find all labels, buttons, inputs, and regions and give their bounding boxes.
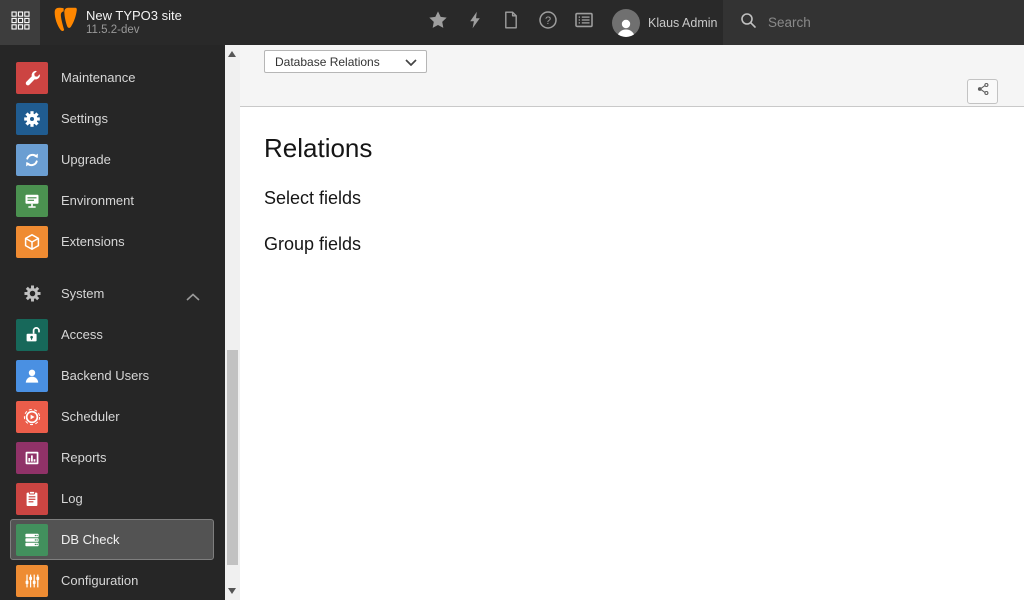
sidebar-item-backend-users[interactable]: Backend Users [0, 355, 225, 396]
share-icon [976, 82, 990, 101]
scrollbar-thumb[interactable] [227, 350, 238, 565]
topbar-toolbar: ? [427, 0, 595, 45]
wrench-icon [16, 61, 48, 94]
search-icon [740, 12, 757, 34]
sidebar-item-label: Backend Users [61, 368, 150, 383]
database-icon [16, 523, 48, 556]
svg-text:?: ? [544, 15, 550, 27]
sidebar-item-label: Extensions [61, 234, 125, 249]
module-menu: Maintenance Settings Upgrade Environment… [0, 45, 225, 600]
sidebar-item-db-check[interactable]: DB Check [10, 519, 214, 560]
sidebar-item-maintenance[interactable]: Maintenance [0, 57, 225, 98]
sidebar-scrollbar[interactable] [225, 45, 240, 600]
document-icon [502, 10, 520, 35]
sidebar-item-label: Scheduler [61, 409, 120, 424]
sidebar-item-log[interactable]: Log [0, 478, 225, 519]
modules-grid-button[interactable] [0, 0, 40, 45]
star-icon [428, 10, 448, 35]
avatar [612, 8, 640, 37]
padlock-open-icon [16, 318, 48, 351]
typo3-backend: New TYPO3 site 11.5.2-dev ? Klaus Admin … [0, 0, 1024, 600]
system-gear-icon [16, 284, 48, 303]
section-heading-group-fields: Group fields [264, 234, 362, 254]
sidebar-item-label: Maintenance [61, 70, 136, 85]
system-information-button[interactable] [573, 12, 595, 34]
help-icon: ? [538, 10, 558, 35]
sidebar-item-label: Access [61, 327, 103, 342]
module-content: Database Relations Relations Select fiel… [240, 45, 1024, 600]
search-input[interactable] [768, 15, 988, 30]
sidebar-item-label: Upgrade [61, 152, 111, 167]
chevron-down-icon [405, 53, 417, 71]
sidebar-section-system[interactable]: System [0, 273, 225, 314]
bar-chart-icon [16, 441, 48, 474]
scrollbar-up-arrow-icon[interactable] [228, 51, 236, 57]
username: Klaus Admin [648, 15, 718, 30]
modules-grid-icon [10, 10, 30, 35]
topbar: New TYPO3 site 11.5.2-dev ? Klaus Admin … [0, 0, 1024, 45]
cube-icon [16, 225, 48, 258]
site-version: 11.5.2-dev [86, 24, 140, 36]
bolt-icon [466, 10, 484, 35]
list-icon [574, 10, 594, 35]
sidebar-item-label: Log [61, 491, 83, 506]
user-menu[interactable]: Klaus Admin [612, 0, 717, 45]
site-title: New TYPO3 site [86, 8, 182, 23]
sidebar-item-extensions[interactable]: Extensions [0, 221, 225, 262]
clipboard-icon [16, 482, 48, 515]
scrollbar-down-arrow-icon[interactable] [228, 588, 236, 594]
play-circle-icon [16, 400, 48, 433]
help-button[interactable]: ? [537, 10, 559, 35]
sidebar-item-label: Settings [61, 111, 108, 126]
brand[interactable]: New TYPO3 site 11.5.2-dev [54, 0, 182, 45]
share-button[interactable] [967, 79, 998, 104]
sidebar-item-access[interactable]: Access [0, 314, 225, 355]
sliders-icon [16, 564, 48, 597]
user-icon [16, 359, 48, 392]
content-area: Relations Select fields Group fields [240, 107, 1024, 255]
monitor-icon [16, 184, 48, 217]
sidebar-item-reports[interactable]: Reports [0, 437, 225, 478]
toolbar-search [723, 0, 1024, 45]
chevron-up-icon [186, 288, 200, 306]
gear-icon [16, 102, 48, 135]
section-heading-select-fields: Select fields [264, 188, 362, 208]
section-label: System [61, 286, 105, 301]
sidebar-item-label: DB Check [61, 532, 120, 547]
sidebar-item-configuration[interactable]: Configuration [0, 560, 225, 600]
sidebar-item-environment[interactable]: Environment [0, 180, 225, 221]
page-title: Relations [264, 133, 373, 163]
sidebar-item-upgrade[interactable]: Upgrade [0, 139, 225, 180]
sidebar-item-label: Configuration [61, 573, 139, 588]
bookmarks-button[interactable] [427, 10, 449, 35]
sidebar-item-settings[interactable]: Settings [0, 98, 225, 139]
docheader: Database Relations [240, 45, 1024, 107]
select-value: Database Relations [275, 54, 380, 69]
sidebar-item-label: Reports [61, 450, 107, 465]
clear-cache-button[interactable] [464, 10, 486, 35]
refresh-icon [16, 143, 48, 176]
typo3-logo-icon [54, 7, 77, 39]
sidebar-item-label: Environment [61, 193, 134, 208]
sidebar-item-scheduler[interactable]: Scheduler [0, 396, 225, 437]
open-documents-button[interactable] [500, 10, 522, 35]
module-function-select[interactable]: Database Relations [264, 50, 427, 73]
